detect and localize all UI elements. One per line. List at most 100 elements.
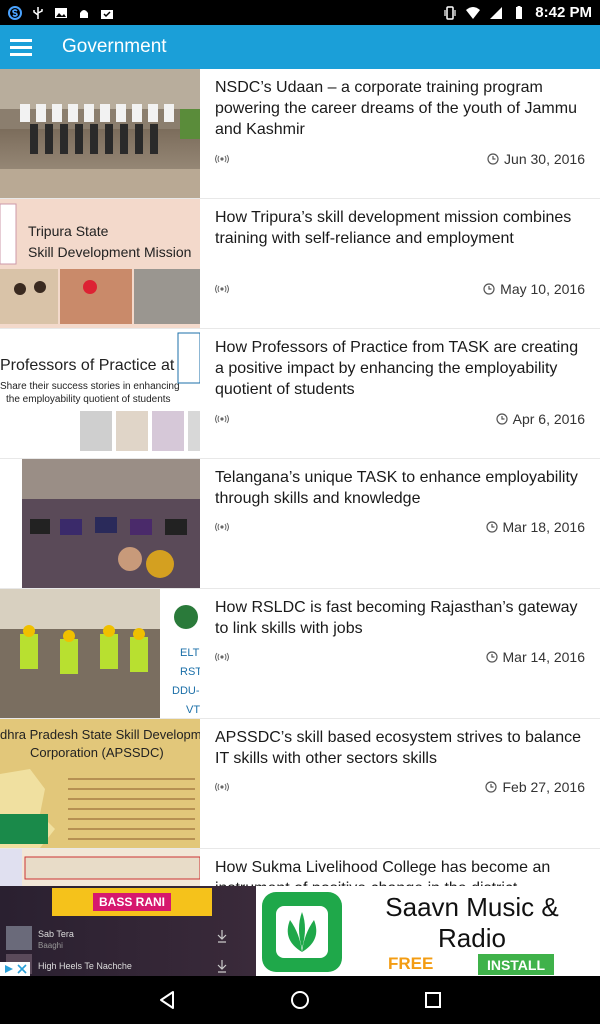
ad-preview: BASS RANI Sab Tera Baaghi High Heels Te … [0, 886, 256, 976]
collage-image [0, 203, 200, 324]
article-meta: Feb 27, 2016 [215, 779, 585, 795]
status-bar-notifications [8, 5, 114, 20]
article-date: Jun 30, 2016 [487, 151, 585, 167]
ad-free-label: FREE [388, 954, 434, 973]
clock-icon [485, 521, 498, 533]
live-icon [215, 284, 229, 294]
article-body: APSSDC’s skill based ecosystem strives t… [200, 719, 600, 848]
briefcase-icon [101, 9, 113, 19]
wifi-icon [466, 6, 481, 19]
article-date: Apr 6, 2016 [496, 411, 585, 427]
status-bar: 8:42 PM [0, 0, 600, 25]
svg-text:ELT: ELT [180, 647, 200, 659]
page-title: Government [62, 36, 167, 57]
article-meta: May 10, 2016 [215, 281, 585, 297]
live-icon [215, 522, 229, 532]
live-icon [215, 154, 229, 164]
ad-song-title: Sab Tera [38, 929, 74, 939]
article-thumbnail: ELT RST DDU- VT [0, 589, 200, 718]
live-icon [215, 414, 229, 424]
article-body: How Tripura’s skill development mission … [200, 199, 600, 328]
install-button[interactable]: INSTALL [478, 954, 554, 975]
svg-text:RST: RST [180, 666, 200, 678]
article-title: NSDC’s Udaan – a corporate training prog… [215, 79, 577, 138]
clock-icon [496, 413, 508, 425]
live-icon [215, 782, 229, 792]
status-bar-time: 8:42 PM [535, 4, 592, 21]
sukma-college-image [0, 849, 200, 886]
article-card[interactable]: Professors of Practice at Share their su… [0, 329, 600, 459]
article-body: How Sukma Livelihood College has become … [200, 849, 600, 886]
portraits-image [80, 332, 200, 451]
clock-icon [485, 651, 498, 663]
article-thumbnail [0, 69, 200, 198]
article-title: Telangana’s unique TASK to enhance emplo… [215, 469, 578, 507]
clock-icon [483, 283, 495, 295]
article-date-text: Feb 27, 2016 [502, 779, 585, 795]
group-photo-image [0, 69, 200, 198]
navigation-bar [0, 976, 600, 1024]
article-date-text: May 10, 2016 [500, 281, 585, 297]
recents-icon[interactable] [409, 976, 457, 1024]
ad-song-title: High Heels Te Nachche [38, 961, 132, 971]
article-body: How Professors of Practice from TASK are… [200, 329, 600, 458]
article-date: Feb 27, 2016 [485, 779, 585, 795]
home-icon[interactable] [276, 976, 324, 1024]
app-s-icon [8, 5, 22, 20]
article-meta: Mar 18, 2016 [215, 519, 585, 535]
workshop-image: ELT RST DDU- VT [0, 589, 200, 718]
back-icon[interactable] [143, 976, 191, 1024]
article-title: How Tripura’s skill development mission … [215, 209, 572, 247]
article-date: May 10, 2016 [483, 281, 585, 297]
ad-song-artist: Baaghi [38, 941, 63, 950]
usb-icon [33, 6, 43, 19]
article-card[interactable]: Tripura State Skill Development Mission … [0, 199, 600, 329]
clock-icon [487, 153, 499, 165]
svg-text:DDU-: DDU- [172, 685, 200, 697]
article-date: Mar 18, 2016 [485, 519, 586, 535]
article-card[interactable]: Telangana’s unique TASK to enhance emplo… [0, 459, 600, 589]
app-bar: Government [0, 25, 600, 69]
article-thumbnail: Tripura State Skill Development Mission [0, 199, 200, 328]
article-date-text: Jun 30, 2016 [504, 151, 585, 167]
article-thumbnail [0, 849, 200, 886]
ad-title: Saavn Music & Radio [385, 892, 559, 953]
saavn-logo-icon [262, 892, 342, 972]
svg-text:VT: VT [186, 704, 200, 716]
article-body: Telangana’s unique TASK to enhance emplo… [200, 459, 600, 588]
article-meta: Jun 30, 2016 [215, 151, 585, 167]
article-date: Mar 14, 2016 [485, 649, 586, 665]
vibrate-icon [444, 5, 456, 20]
android-icon [80, 9, 88, 18]
article-card[interactable]: NSDC’s Udaan – a corporate training prog… [0, 69, 600, 199]
article-title: APSSDC’s skill based ecosystem strives t… [215, 729, 582, 767]
article-thumbnail: dhra Pradesh State Skill Developmen Corp… [0, 719, 200, 848]
article-date-text: Apr 6, 2016 [512, 411, 585, 427]
classroom-image [0, 459, 200, 588]
article-date-text: Mar 14, 2016 [502, 649, 586, 665]
article-thumbnail: Professors of Practice at Share their su… [0, 329, 200, 458]
article-meta: Apr 6, 2016 [215, 411, 585, 427]
status-bar-system: 8:42 PM [443, 4, 592, 21]
battery-icon [516, 5, 523, 19]
ad-banner[interactable]: BASS RANI Sab Tera Baaghi High Heels Te … [0, 886, 600, 976]
live-icon [215, 652, 229, 662]
article-body: How RSLDC is fast becoming Rajasthan’s g… [200, 589, 600, 718]
photo-icon [55, 7, 67, 18]
article-list[interactable]: NSDC’s Udaan – a corporate training prog… [0, 69, 600, 886]
article-meta: Mar 14, 2016 [215, 649, 585, 665]
article-card[interactable]: dhra Pradesh State Skill Developmen Corp… [0, 719, 600, 849]
hamburger-menu-icon[interactable] [0, 25, 42, 69]
signal-icon [490, 6, 503, 19]
article-card[interactable]: How Sukma Livelihood College has become … [0, 849, 600, 886]
clock-icon [485, 781, 498, 793]
article-card[interactable]: ELT RST DDU- VT How RSLDC is fast becomi… [0, 589, 600, 719]
article-title: How RSLDC is fast becoming Rajasthan’s g… [215, 599, 578, 637]
article-body: NSDC’s Udaan – a corporate training prog… [200, 69, 600, 198]
adchoices-icon[interactable] [0, 962, 30, 976]
article-thumbnail [0, 459, 200, 588]
ad-content[interactable]: Saavn Music & Radio FREE INSTALL [256, 886, 600, 976]
article-date-text: Mar 18, 2016 [502, 519, 586, 535]
apssdc-map-image [0, 769, 195, 848]
article-title: How Professors of Practice from TASK are… [215, 339, 579, 398]
